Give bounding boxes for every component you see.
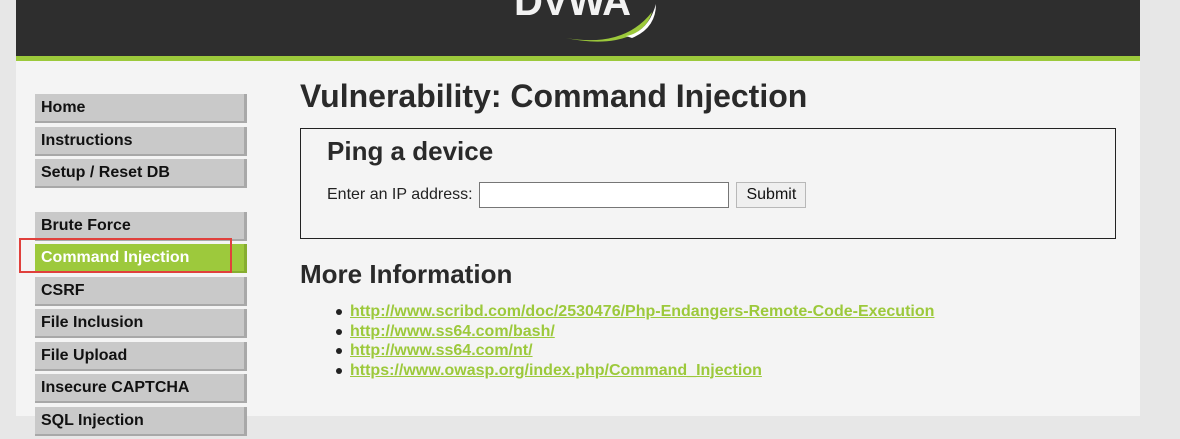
- bullet-icon: [336, 348, 342, 354]
- menu-item-sql-injection[interactable]: SQL Injection: [35, 406, 247, 436]
- header-bar: DVWA: [16, 0, 1140, 61]
- form-title: Ping a device: [327, 136, 494, 166]
- list-item: https://www.owasp.org/index.php/Command_…: [334, 361, 934, 381]
- page: DVWA Home Instructions Setup / Reset DB …: [16, 0, 1140, 436]
- menu-item-csrf[interactable]: CSRF: [35, 276, 247, 306]
- ip-address-input[interactable]: [479, 182, 730, 208]
- selection-highlight-box: [19, 238, 232, 273]
- logo-text: DVWA: [514, 0, 631, 24]
- menu-item-brute-force[interactable]: Brute Force: [35, 211, 247, 241]
- menu-item-file-upload[interactable]: File Upload: [35, 341, 247, 371]
- bullet-icon: [336, 367, 342, 374]
- reference-link-scribd[interactable]: http://www.scribd.com/doc/2530476/Php-En…: [350, 303, 934, 320]
- menu-item-file-inclusion[interactable]: File Inclusion: [35, 309, 247, 338]
- menu-divider: [35, 192, 247, 212]
- reference-links-list: http://www.scribd.com/doc/2530476/Php-En…: [334, 302, 934, 380]
- more-information-heading: More Information: [300, 259, 513, 289]
- menu-item-home[interactable]: Home: [35, 94, 247, 123]
- menu-item-insecure-captcha[interactable]: Insecure CAPTCHA: [35, 374, 247, 403]
- menu-group-main: Home Instructions Setup / Reset DB: [35, 94, 247, 188]
- dvwa-logo: DVWA: [506, 0, 676, 46]
- reference-link-ss64-nt[interactable]: http://www.ss64.com/nt/: [350, 342, 533, 359]
- page-title: Vulnerability: Command Injection: [300, 78, 808, 114]
- bullet-icon: [336, 328, 342, 335]
- main-content: Vulnerability: Command Injection Ping a …: [300, 76, 1116, 379]
- ip-form-row: Enter an IP address: Submit: [327, 182, 807, 208]
- ip-label: Enter an IP address:: [327, 186, 473, 203]
- list-item: http://www.ss64.com/nt/: [334, 341, 934, 361]
- bullet-icon: [336, 309, 342, 315]
- reference-link-owasp[interactable]: https://www.owasp.org/index.php/Command_…: [350, 362, 762, 379]
- menu-item-instructions[interactable]: Instructions: [35, 126, 247, 156]
- menu-item-setup-reset-db[interactable]: Setup / Reset DB: [35, 159, 247, 188]
- ping-form-box: Ping a device Enter an IP address: Submi…: [300, 128, 1116, 239]
- list-item: http://www.scribd.com/doc/2530476/Php-En…: [334, 302, 934, 322]
- reference-link-ss64-bash[interactable]: http://www.ss64.com/bash/: [350, 323, 555, 340]
- list-item: http://www.ss64.com/bash/: [334, 322, 934, 342]
- submit-button[interactable]: Submit: [736, 182, 807, 208]
